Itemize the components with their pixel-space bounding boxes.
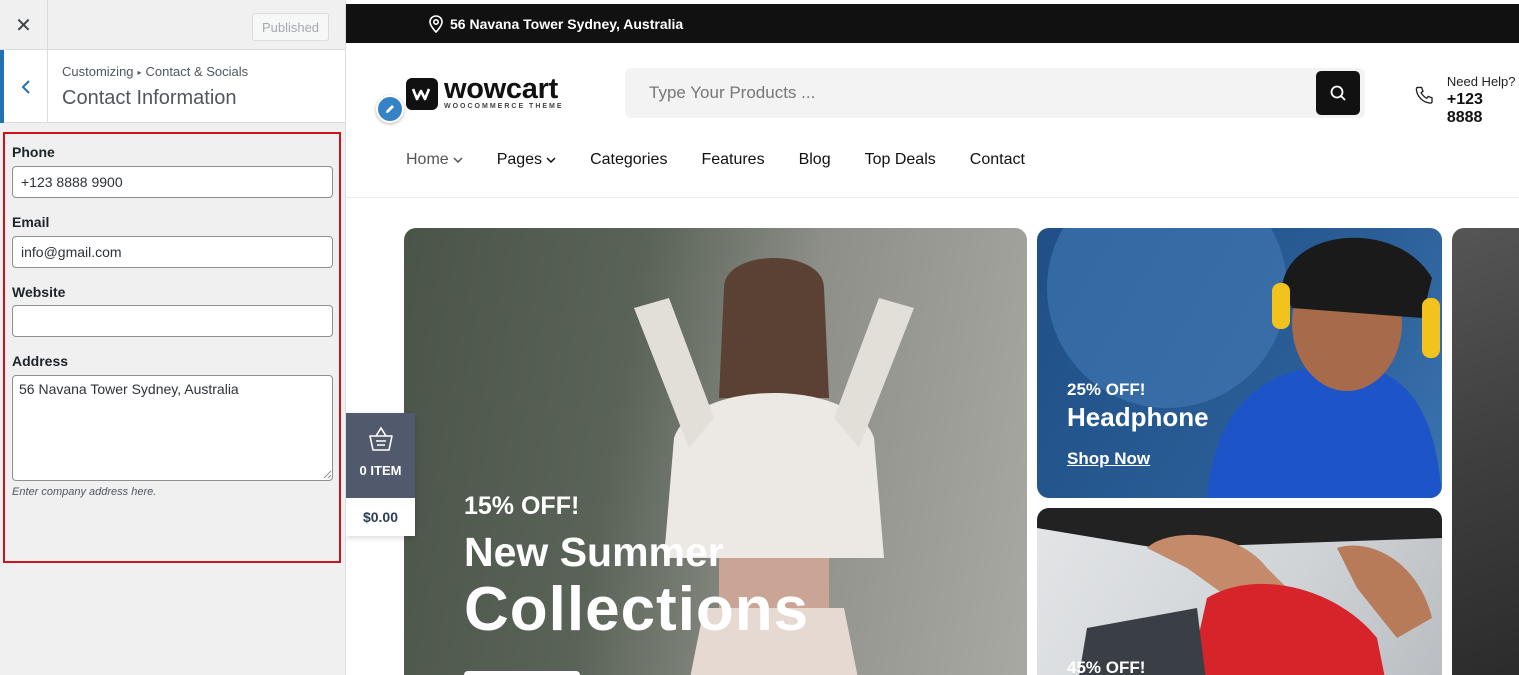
chevron-down-icon (453, 157, 463, 163)
help-phone: +123 8888 (1446, 91, 1483, 126)
section-title: Contact Information (62, 87, 237, 109)
site-preview: 56 Navana Tower Sydney, Australia wowcar… (346, 0, 1519, 675)
location-pin-icon (429, 15, 443, 33)
nav-item-blog[interactable]: Blog (799, 151, 831, 169)
nav-item-contact[interactable]: Contact (970, 151, 1025, 169)
promo-shoes-image (1037, 508, 1442, 675)
product-search (625, 68, 1365, 118)
logo-tagline: WOOCOMMERCE THEME (444, 103, 564, 110)
address-label: Address (12, 353, 69, 369)
search-button[interactable] (1316, 71, 1360, 115)
hero-title-line1: New Summer (464, 529, 724, 575)
site-logo[interactable]: wowcart WOOCOMMERCE THEME (406, 73, 564, 110)
logo-name: wowcart (444, 73, 558, 105)
hero-discount: 15% OFF! (464, 492, 580, 520)
chevron-down-icon (546, 157, 556, 163)
main-nav: Home Pages Categories Features Blog Top … (406, 151, 1025, 169)
breadcrumb-item: Customizing (62, 64, 134, 79)
close-customizer-button[interactable]: ✕ (0, 0, 48, 50)
website-label: Website (12, 284, 66, 300)
shop-now-link[interactable]: Shop Now (1067, 449, 1150, 469)
back-button[interactable] (0, 50, 48, 123)
breadcrumb-item: Contact & Socials (145, 64, 249, 79)
hero-title-line2: Collections (464, 575, 810, 644)
phone-input[interactable] (12, 166, 333, 198)
edit-shortcut-pencil-icon[interactable] (376, 95, 404, 123)
website-input[interactable] (12, 305, 333, 337)
contact-form-highlight: Phone Email Website Address 56 Navana To… (3, 132, 341, 563)
site-header: wowcart WOOCOMMERCE THEME Need Help? +12… (346, 43, 1519, 198)
nav-label: Pages (496, 151, 543, 168)
cart-summary: 0 ITEM (346, 413, 415, 498)
promo-discount: 45% OFF! (1067, 658, 1146, 675)
help-title: Need Help? (1446, 74, 1516, 89)
address-help-text: Enter company address here. (12, 486, 157, 498)
promo-card-partial[interactable] (1452, 228, 1519, 675)
nav-item-pages[interactable]: Pages (497, 151, 556, 169)
cart-item-count: 0 ITEM (359, 463, 402, 478)
topbar-address: 56 Navana Tower Sydney, Australia (428, 15, 683, 33)
nav-item-categories[interactable]: Categories (590, 151, 667, 169)
publish-button[interactable]: Published (252, 13, 329, 41)
basket-icon (368, 426, 393, 451)
hero-banner[interactable]: 15% OFF! New Summer Collections (404, 228, 1027, 675)
nav-item-home[interactable]: Home (406, 151, 463, 169)
nav-label: Home (406, 151, 449, 168)
customizer-header: ✕ Published (0, 0, 345, 50)
promo-title: Headphone (1067, 402, 1209, 432)
hero-text: 15% OFF! New Summer Collections (464, 492, 809, 645)
caret-right-icon: ▸ (137, 68, 142, 77)
logo-mark-icon (406, 77, 438, 110)
hero-cta-button[interactable] (464, 671, 580, 675)
help-contact: Need Help? +123 8888 (1414, 74, 1519, 127)
phone-label: Phone (12, 144, 55, 160)
resize-handle-icon[interactable] (323, 470, 332, 479)
search-icon (1330, 85, 1346, 101)
cart-total: $0.00 (346, 498, 415, 536)
address-textarea[interactable]: 56 Navana Tower Sydney, Australia (12, 375, 333, 481)
email-input[interactable] (12, 236, 333, 268)
floating-cart[interactable]: 0 ITEM $0.00 (346, 413, 415, 536)
promo-card-shoes[interactable]: 45% OFF! (1037, 508, 1442, 675)
phone-icon (1415, 86, 1433, 104)
section-header: Customizing ▸ Contact & Socials Contact In… (0, 50, 345, 123)
customizer-sidebar: ✕ Published Customizing ▸ Contact & Social… (0, 0, 346, 675)
search-input[interactable] (625, 68, 1315, 118)
address-text: 56 Navana Tower Sydney, Australia (450, 16, 684, 32)
breadcrumb: Customizing ▸ Contact & Socials (62, 64, 248, 79)
nav-item-features[interactable]: Features (701, 151, 764, 169)
email-label: Email (12, 214, 50, 230)
chevron-left-icon (21, 79, 30, 94)
promo-card-headphone[interactable]: 25% OFF! Headphone Shop Now (1037, 228, 1442, 498)
nav-item-top-deals[interactable]: Top Deals (865, 151, 936, 169)
topbar: 56 Navana Tower Sydney, Australia (346, 4, 1519, 43)
promo-discount: 25% OFF! (1067, 380, 1146, 399)
